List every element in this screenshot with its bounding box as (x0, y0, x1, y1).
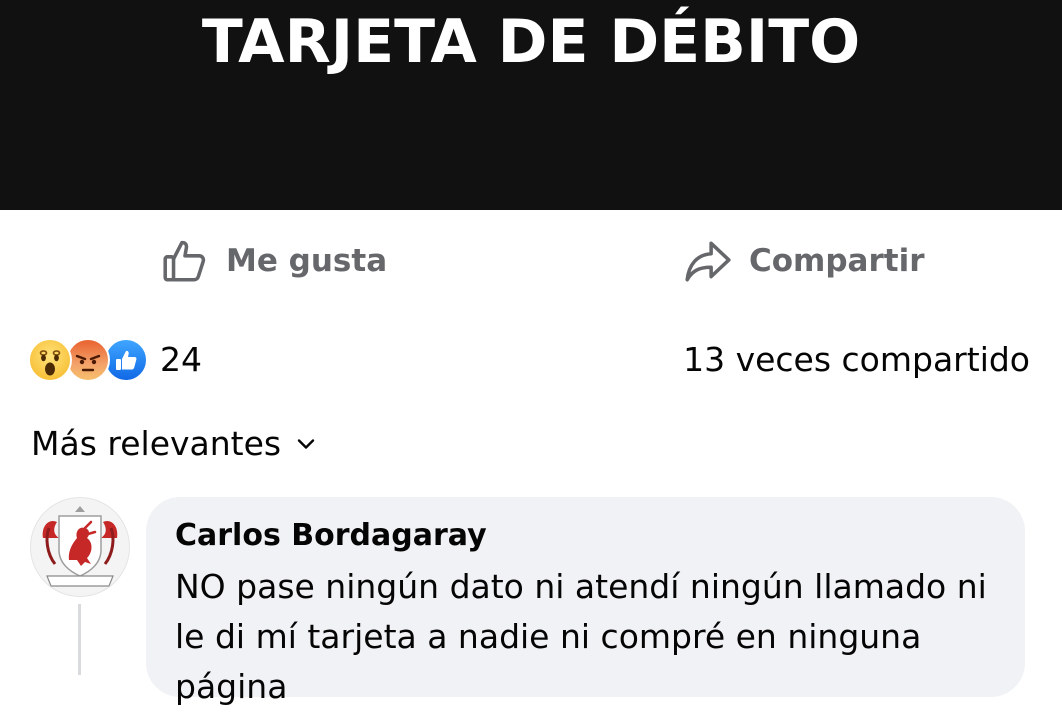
like-label: Me gusta (226, 243, 388, 279)
angry-reaction-icon (66, 338, 110, 382)
share-count[interactable]: 13 veces compartido (683, 338, 1030, 382)
comment-text: NO pase ningún dato ni atendí ningún lla… (175, 567, 987, 706)
like-button[interactable]: Me gusta (160, 234, 387, 288)
share-button[interactable]: Compartir (683, 234, 924, 288)
share-label: Compartir (749, 243, 925, 279)
share-arrow-icon (683, 236, 733, 286)
post-image-title: TARJETA DE DÉBITO (201, 7, 861, 77)
post-image-banner[interactable]: TARJETA DE DÉBITO (0, 0, 1062, 210)
thumbs-up-icon (160, 236, 210, 286)
comment-sort-dropdown[interactable]: Más relevantes (31, 422, 317, 466)
comment-author[interactable]: Carlos Bordagaray (175, 516, 487, 556)
reply-thread-line (78, 604, 81, 675)
wow-reaction-icon (28, 338, 72, 382)
comment-sort-label: Más relevantes (31, 424, 282, 463)
chevron-down-icon (295, 422, 317, 466)
avatar[interactable] (30, 497, 130, 597)
reaction-count[interactable]: 24 (160, 338, 202, 382)
like-reaction-icon (104, 338, 148, 382)
